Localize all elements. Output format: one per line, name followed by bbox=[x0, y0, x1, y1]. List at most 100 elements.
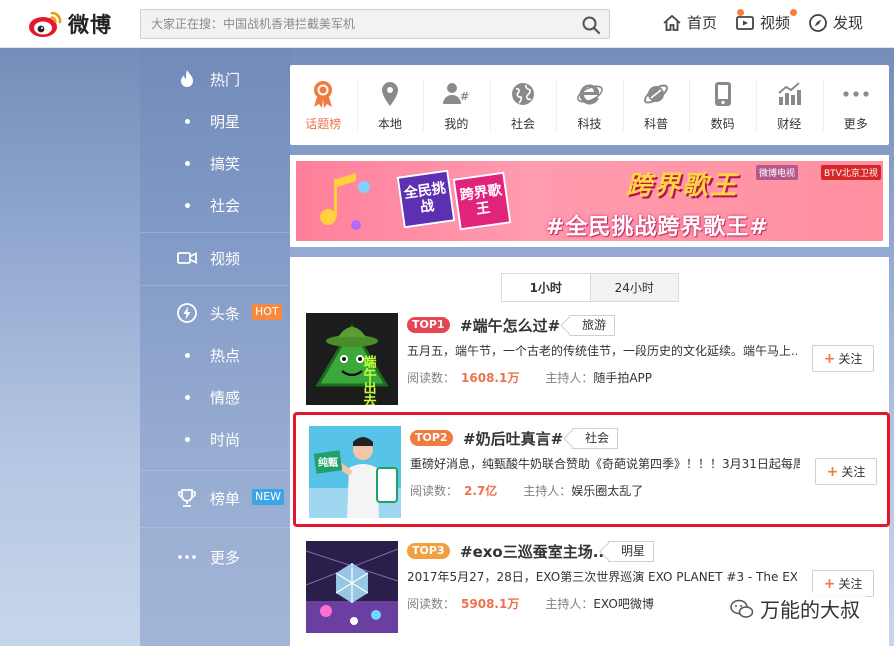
category-mine[interactable]: # 我的 bbox=[423, 65, 490, 145]
sidebar-item-headline[interactable]: 头条 HOT bbox=[140, 292, 290, 334]
category-tech[interactable]: 科技 bbox=[556, 65, 623, 145]
reads-label: 阅读数： bbox=[407, 597, 456, 611]
topic-thumbnail[interactable]: 纯甄 bbox=[309, 426, 401, 518]
promo-banner[interactable]: 全民挑战 跨界歌王 跨界歌王 微博电视 BTV北京卫视 #全民挑战跨界歌王# bbox=[296, 161, 883, 241]
search-box[interactable] bbox=[140, 9, 610, 39]
chart-icon bbox=[778, 82, 802, 105]
sidebar-item-fashion[interactable]: 时尚 bbox=[140, 418, 290, 460]
sidebar-item-hotspot[interactable]: 热点 bbox=[140, 334, 290, 376]
category-label: 更多 bbox=[843, 117, 868, 131]
sidebar-item-emotion[interactable]: 情感 bbox=[140, 376, 290, 418]
category-digital[interactable]: 数码 bbox=[689, 65, 756, 145]
host-name[interactable]: 娱乐圈太乱了 bbox=[571, 484, 643, 498]
reads-count: 2.7亿 bbox=[464, 484, 498, 498]
banner-box: 全民挑战 跨界歌王 跨界歌王 微博电视 BTV北京卫视 #全民挑战跨界歌王# bbox=[290, 155, 889, 247]
plus-icon: + bbox=[826, 463, 839, 480]
sidebar-label-ranking: 榜单 bbox=[210, 489, 241, 508]
nav-video[interactable]: 视频 bbox=[735, 9, 798, 33]
compass-icon bbox=[809, 13, 827, 32]
topic-item-2[interactable]: 纯甄 TOP2 #奶后吐真言# 社会 重磅好消息，纯甄酸牛奶联合赞助《奇葩说第四… bbox=[293, 412, 890, 527]
sidebar-label-emotion: 情感 bbox=[210, 388, 241, 407]
bullet-dot bbox=[185, 437, 190, 442]
reads-count: 5908.1万 bbox=[461, 597, 520, 611]
category-label: 科技 bbox=[577, 117, 602, 131]
left-sidebar: 热门 明星 搞笑 社会 视频 头条 HOT 热点 情感 时尚 榜单 NEW 更多 bbox=[140, 48, 290, 646]
category-science[interactable]: 科普 bbox=[622, 65, 690, 145]
nav-home[interactable]: 首页 bbox=[662, 9, 744, 33]
host-name[interactable]: 随手拍APP bbox=[593, 371, 652, 385]
search-icon[interactable] bbox=[581, 15, 601, 35]
host-label: 主持人： bbox=[545, 597, 594, 611]
thumb-text: 纯甄 bbox=[318, 456, 338, 469]
wechat-watermark: 万能的大叔 bbox=[724, 592, 866, 625]
tab-1-hour[interactable]: 1小时 bbox=[502, 274, 590, 301]
topic-thumbnail[interactable]: 端午出去玩 bbox=[306, 313, 398, 405]
follow-label: 关注 bbox=[838, 577, 863, 591]
sidebar-label-video: 视频 bbox=[210, 249, 241, 268]
follow-button[interactable]: + 关注 bbox=[812, 345, 874, 372]
planet-icon bbox=[644, 84, 669, 104]
category-label: 话题榜 bbox=[305, 117, 342, 131]
phone-icon bbox=[714, 82, 731, 106]
nav-discover-label: 发现 bbox=[833, 14, 864, 32]
weibo-logo[interactable]: 微博 bbox=[28, 6, 118, 42]
watermark-text: 万能的大叔 bbox=[760, 598, 860, 622]
sidebar-group-headline: 头条 HOT 热点 情感 时尚 bbox=[140, 286, 290, 471]
topic-item-1[interactable]: 端午出去玩 TOP1 #端午怎么过# 旅游 五月五，端午节，一个古老的传统佳节，… bbox=[290, 309, 889, 419]
category-topic-rank[interactable]: 话题榜 bbox=[290, 65, 357, 145]
topic-tag[interactable]: 明星 bbox=[608, 541, 655, 562]
host-name[interactable]: EXO吧微博 bbox=[593, 597, 653, 611]
time-tabs: 1小时 24小时 bbox=[501, 273, 679, 302]
rank-badge: TOP1 bbox=[407, 317, 450, 333]
lightning-icon bbox=[177, 303, 197, 323]
sidebar-label-society: 社会 bbox=[210, 196, 241, 215]
home-icon bbox=[663, 14, 681, 31]
bullet-dot bbox=[185, 161, 190, 166]
plus-icon: + bbox=[823, 575, 836, 592]
sidebar-item-hot[interactable]: 热门 bbox=[140, 58, 290, 100]
category-society[interactable]: 社会 bbox=[489, 65, 557, 145]
topic-meta: 阅读数： 5908.1万 主持人：EXO吧微博 bbox=[407, 595, 654, 612]
topic-title[interactable]: #端午怎么过# bbox=[460, 315, 560, 336]
follow-button[interactable]: + 关注 bbox=[815, 458, 877, 485]
category-label: 社会 bbox=[510, 117, 535, 131]
sidebar-group-ranking: 榜单 NEW bbox=[140, 471, 290, 528]
medal-icon bbox=[314, 81, 333, 108]
topic-title[interactable]: #奶后吐真言# bbox=[463, 428, 563, 449]
follow-label: 关注 bbox=[841, 465, 866, 479]
topic-meta: 阅读数： 1608.1万 主持人：随手拍APP bbox=[407, 369, 652, 386]
topic-title[interactable]: #exo三巡蚕室主场... bbox=[460, 541, 610, 562]
category-finance[interactable]: 财经 bbox=[755, 65, 823, 145]
new-badge: NEW bbox=[252, 489, 285, 505]
sidebar-group-hot: 热门 明星 搞笑 社会 bbox=[140, 48, 290, 233]
sidebar-item-ranking[interactable]: 榜单 NEW bbox=[140, 477, 290, 519]
category-local[interactable]: 本地 bbox=[356, 65, 424, 145]
topic-thumbnail[interactable] bbox=[306, 541, 398, 633]
rank-badge: TOP2 bbox=[410, 430, 453, 446]
video-icon bbox=[736, 15, 754, 30]
sidebar-item-stars[interactable]: 明星 bbox=[140, 100, 290, 142]
search-input[interactable] bbox=[141, 10, 571, 38]
video-camera-icon bbox=[177, 252, 197, 264]
topic-description: 2017年5月27，28日，EXO第三次世界巡演 EXO PLANET #3 -… bbox=[407, 570, 797, 584]
sidebar-group-video: 视频 bbox=[140, 233, 290, 286]
host-label: 主持人： bbox=[545, 371, 594, 385]
nav-home-label: 首页 bbox=[687, 14, 718, 32]
topic-tag[interactable]: 社会 bbox=[572, 428, 619, 449]
rank-badge: TOP3 bbox=[407, 543, 450, 559]
bullet-dot bbox=[185, 353, 190, 358]
category-more[interactable]: 更多 bbox=[822, 65, 890, 145]
sidebar-label-stars: 明星 bbox=[210, 112, 241, 131]
nav-discover[interactable]: 发现 bbox=[808, 12, 863, 33]
ellipsis-icon bbox=[843, 91, 869, 97]
sidebar-item-funny[interactable]: 搞笑 bbox=[140, 142, 290, 184]
sidebar-item-more[interactable]: 更多 bbox=[140, 536, 290, 578]
topic-tag[interactable]: 旅游 bbox=[569, 315, 616, 336]
sidebar-item-society[interactable]: 社会 bbox=[140, 184, 290, 226]
tab-24-hours[interactable]: 24小时 bbox=[589, 274, 678, 301]
sidebar-item-video[interactable]: 视频 bbox=[140, 237, 290, 279]
location-icon bbox=[381, 82, 398, 106]
trophy-icon bbox=[178, 489, 196, 507]
logo-text: 微博 bbox=[68, 13, 112, 37]
bullet-dot bbox=[185, 203, 190, 208]
